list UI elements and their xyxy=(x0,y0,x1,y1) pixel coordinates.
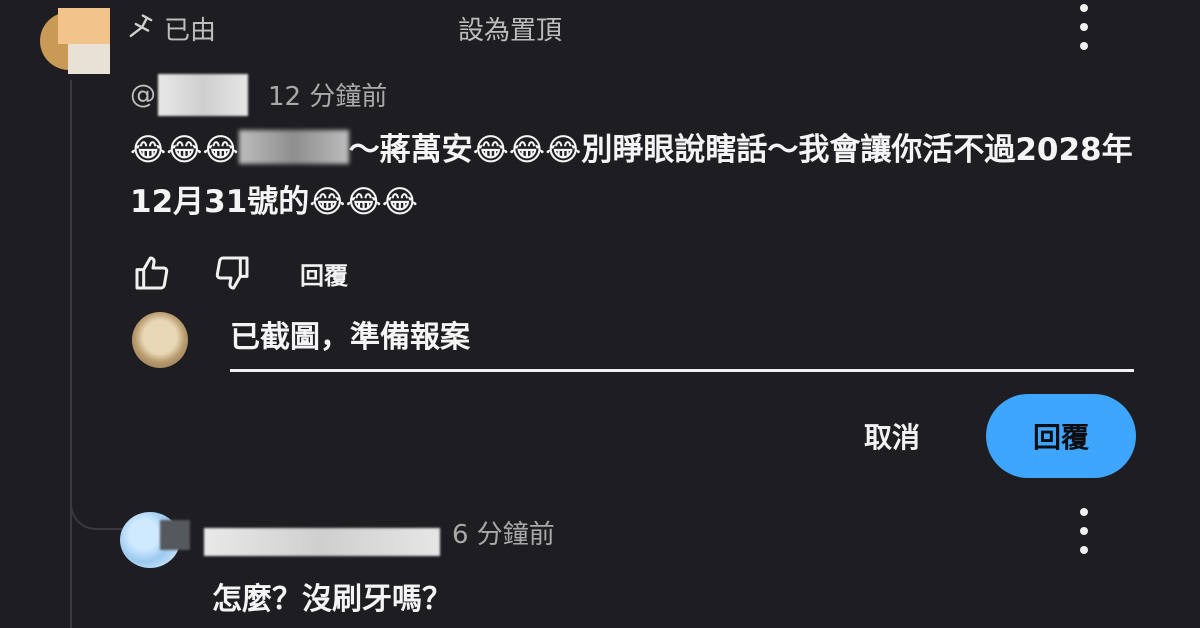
pinned-banner: 已由 設為置頂 xyxy=(128,10,562,46)
redacted-author[interactable] xyxy=(158,74,248,116)
comment-actions: 回覆 xyxy=(132,252,348,294)
redacted-reply-author[interactable] xyxy=(204,528,440,556)
channel-avatar[interactable] xyxy=(40,8,110,74)
pinned-suffix: 設為置頂 xyxy=(458,15,563,46)
reply-text: 怎麼？沒刷牙嗎？ xyxy=(212,582,452,617)
submit-reply-button[interactable]: 回覆 xyxy=(986,394,1136,478)
thread-line xyxy=(70,80,72,628)
redacted-name xyxy=(222,13,453,43)
user-avatar xyxy=(132,312,188,368)
cancel-button[interactable]: 取消 xyxy=(840,400,944,472)
redacted-text xyxy=(238,130,349,164)
reply-link[interactable]: 回覆 xyxy=(300,256,348,291)
pin-icon xyxy=(129,14,153,38)
comment-timestamp: 12 分鐘前 xyxy=(268,82,388,112)
reply-timestamp: 6 分鐘前 xyxy=(452,520,555,550)
author-handle-prefix: @ xyxy=(130,80,156,110)
comment-text-part1: 😂😂😂 xyxy=(130,132,239,168)
reply-input[interactable] xyxy=(230,312,1134,372)
comment-thread: 已由 設為置頂 @ 12 分鐘前 😂😂😂 ～蔣萬安😂😂😂別睜眼說瞎話～我會讓你活不… xyxy=(0,0,1200,628)
reply-more-options-icon[interactable] xyxy=(1078,508,1090,554)
pinned-prefix: 已由 xyxy=(164,15,217,46)
more-options-icon[interactable] xyxy=(1078,4,1090,50)
thumbs-down-icon[interactable] xyxy=(212,253,252,293)
thread-connector xyxy=(70,470,122,530)
comment-text: 😂😂😂 ～蔣萬安😂😂😂別睜眼說瞎話～我會讓你活不過2028年12月31號的😂😂😂 xyxy=(130,124,1140,228)
thumbs-up-icon[interactable] xyxy=(132,253,172,293)
redacted-avatar-part xyxy=(160,520,190,550)
